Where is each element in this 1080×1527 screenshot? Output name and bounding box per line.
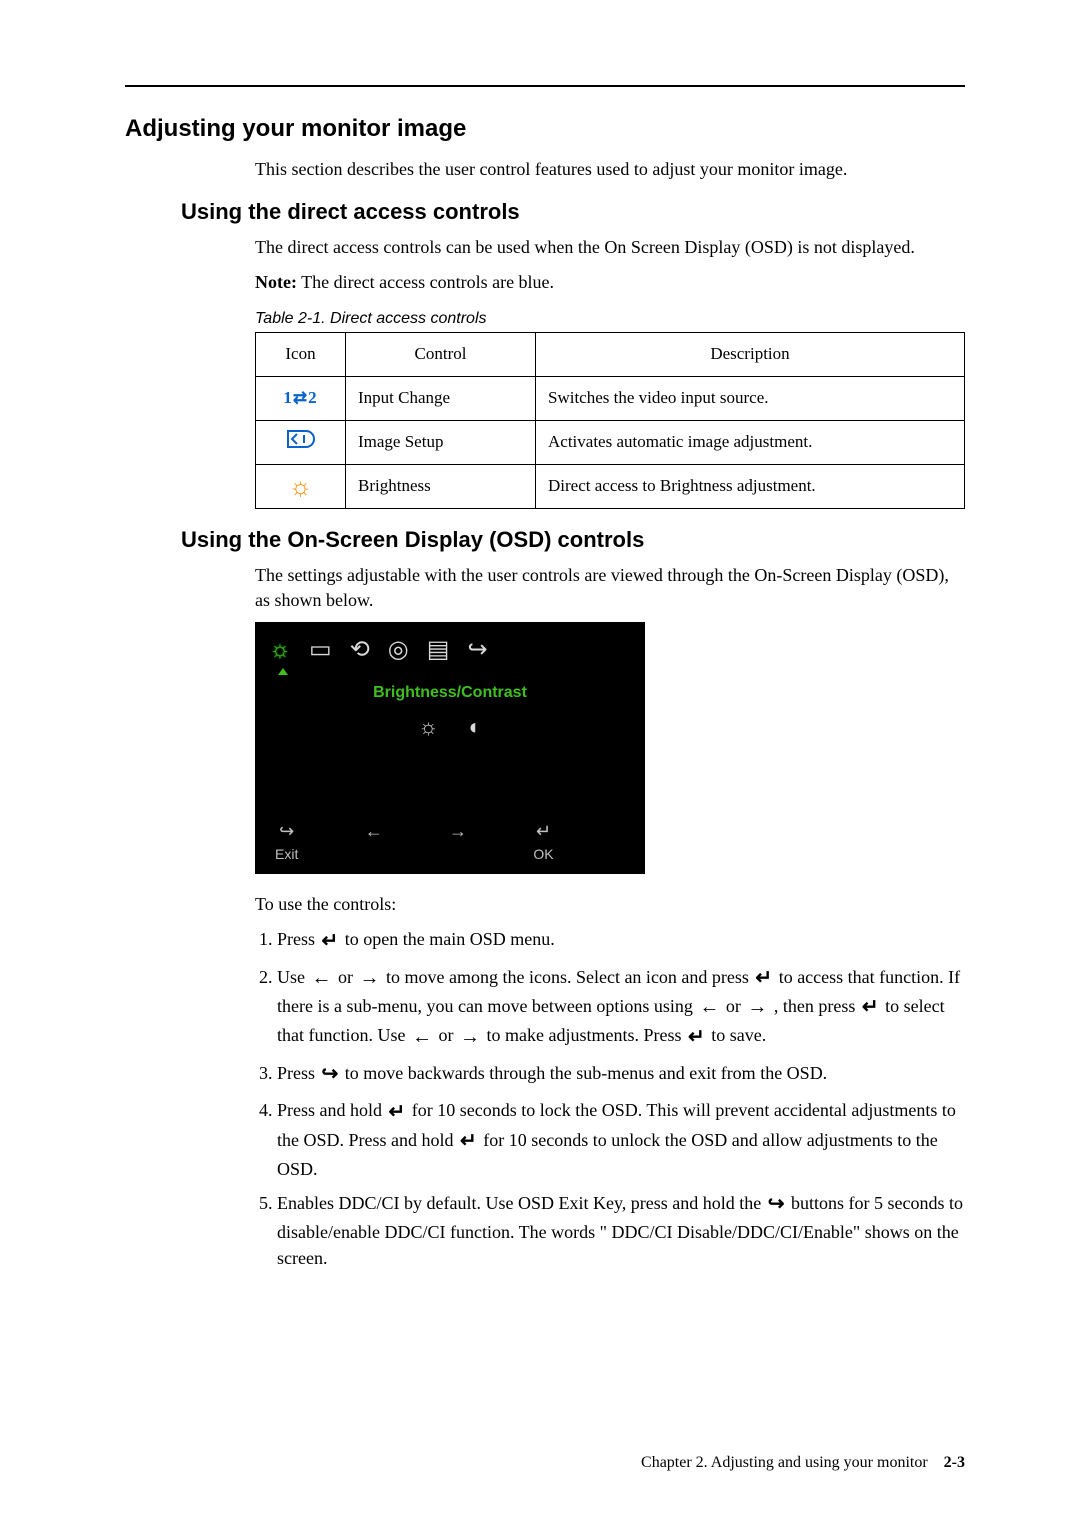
footer: Chapter 2. Adjusting and using your moni… (641, 1454, 965, 1472)
osd-right-icon: → (449, 819, 467, 843)
page: Adjusting your monitor image This sectio… (0, 0, 1080, 1527)
steps-list: Press to open the main OSD menu. Use or … (255, 926, 965, 1271)
step-4: Press and hold for 10 seconds to lock th… (277, 1097, 965, 1182)
s2f: , then press (774, 996, 860, 1016)
table-row: Image Setup Activates automatic image ad… (256, 421, 965, 465)
osd-sub-brightness-icon: ☼ (418, 712, 438, 742)
s2e: or (726, 996, 746, 1016)
osd-left-icon: ← (365, 819, 383, 843)
osd-tab-brightness-icon: ☼ (269, 634, 291, 666)
image-setup-icon (256, 421, 346, 465)
s1a: Press (277, 929, 320, 949)
s4a: Press and hold (277, 1100, 387, 1120)
table-caption: Table 2-1. Direct access controls (255, 308, 965, 330)
icon-image-setup (284, 427, 318, 458)
left-icon (697, 993, 721, 1022)
osd-title: Brightness/Contrast (255, 682, 645, 704)
row1-desc: Activates automatic image adjustment. (536, 421, 965, 465)
intro-block: This section describes the user control … (255, 157, 965, 181)
table-row: 1⇄2 Input Change Switches the video inpu… (256, 377, 965, 421)
osd-tab-position-icon: ▭ (309, 634, 332, 666)
s2i: to make adjustments. Press (486, 1025, 685, 1045)
intro-text: This section describes the user control … (255, 157, 965, 181)
step-5: Enables DDC/CI by default. Use OSD Exit … (277, 1190, 965, 1272)
th-icon: Icon (256, 333, 346, 377)
right-icon (458, 1023, 482, 1052)
s3a: Press (277, 1063, 320, 1083)
enter-icon (458, 1127, 479, 1156)
th-control: Control (346, 333, 536, 377)
s2a: Use (277, 967, 310, 987)
note-body: The direct access controls are blue. (301, 272, 554, 292)
table-row: ☼ Brightness Direct access to Brightness… (256, 465, 965, 509)
th-description: Description (536, 333, 965, 377)
osd-ok-label: OK (533, 845, 553, 864)
osd-tab-row: ☼ ▭ ⟲ ◎ ▤ ↪ (255, 622, 645, 672)
osd-ok-icon: ↵ (536, 819, 551, 843)
enter-icon (753, 964, 774, 993)
s3b: to move backwards through the sub-menus … (345, 1063, 827, 1083)
osd-block: The settings adjustable with the user co… (255, 563, 965, 1271)
row0-desc: Switches the video input source. (536, 377, 965, 421)
step-3: Press to move backwards through the sub-… (277, 1060, 965, 1089)
osd-sub-row: ☼ ◐ (255, 712, 645, 742)
h2-adjusting: Adjusting your monitor image (125, 115, 965, 143)
footer-page: 2-3 (944, 1454, 965, 1471)
s2j: to save. (711, 1025, 766, 1045)
step-1: Press to open the main OSD menu. (277, 926, 965, 955)
dac-para: The direct access controls can be used w… (255, 235, 965, 259)
s2b: or (338, 967, 358, 987)
osd-tab-setup-icon: ⟲ (350, 634, 370, 666)
row1-control: Image Setup (346, 421, 536, 465)
dac-block: The direct access controls can be used w… (255, 235, 965, 509)
s2c: to move among the icons. Select an icon … (386, 967, 753, 987)
right-icon (745, 993, 769, 1022)
enter-icon (860, 993, 881, 1022)
osd-tab-options-icon: ▤ (427, 634, 450, 666)
osd-sub-contrast-icon: ◐ (468, 712, 481, 742)
osd-ok-col: ↵ OK (533, 819, 553, 864)
left-icon (310, 964, 334, 993)
footer-chapter: Chapter 2. Adjusting and using your moni… (641, 1454, 928, 1471)
osd-bottom-row: ↪ Exit ← → ↵ OK .. (275, 819, 625, 864)
step-2: Use or to move among the icons. Select a… (277, 964, 965, 1052)
exit-icon (766, 1190, 787, 1219)
icon-input-change: 1⇄2 (283, 388, 317, 407)
row2-desc: Direct access to Brightness adjustment. (536, 465, 965, 509)
h3-direct-access: Using the direct access controls (181, 199, 965, 225)
s5a: Enables DDC/CI by default. Use OSD Exit … (277, 1193, 766, 1213)
osd-selection-marker (278, 668, 288, 675)
osd-exit-label: Exit (275, 845, 298, 864)
exit-icon (320, 1060, 341, 1089)
osd-para: The settings adjustable with the user co… (255, 563, 965, 612)
left-icon (410, 1023, 434, 1052)
use-intro: To use the controls: (255, 892, 965, 916)
osd-exit-icon: ↪ (279, 819, 294, 843)
enter-icon (320, 927, 341, 956)
osd-right-col: → (449, 819, 467, 864)
s1b: to open the main OSD menu. (345, 929, 555, 949)
h3-osd: Using the On-Screen Display (OSD) contro… (181, 527, 965, 553)
osd-exit-col: ↪ Exit (275, 819, 298, 864)
enter-icon (686, 1023, 707, 1052)
note-label: Note: (255, 272, 297, 292)
dac-note: Note: The direct access controls are blu… (255, 270, 965, 294)
osd-left-col: ← (365, 819, 383, 864)
brightness-icon: ☼ (289, 472, 313, 501)
osd-panel: ☼ ▭ ⟲ ◎ ▤ ↪ Brightness/Contrast ☼ ◐ ↪ Ex… (255, 622, 645, 874)
right-icon (358, 964, 382, 993)
osd-tab-color-icon: ◎ (388, 634, 409, 666)
direct-access-table: Icon Control Description 1⇄2 Input Chang… (255, 332, 965, 509)
s2h: or (438, 1025, 458, 1045)
row0-control: Input Change (346, 377, 536, 421)
brightness-icon-cell: ☼ (256, 465, 346, 509)
enter-icon (387, 1098, 408, 1127)
osd-tab-exit-icon: ↪ (467, 634, 487, 666)
top-rule (125, 85, 965, 87)
input-change-icon: 1⇄2 (256, 377, 346, 421)
row2-control: Brightness (346, 465, 536, 509)
